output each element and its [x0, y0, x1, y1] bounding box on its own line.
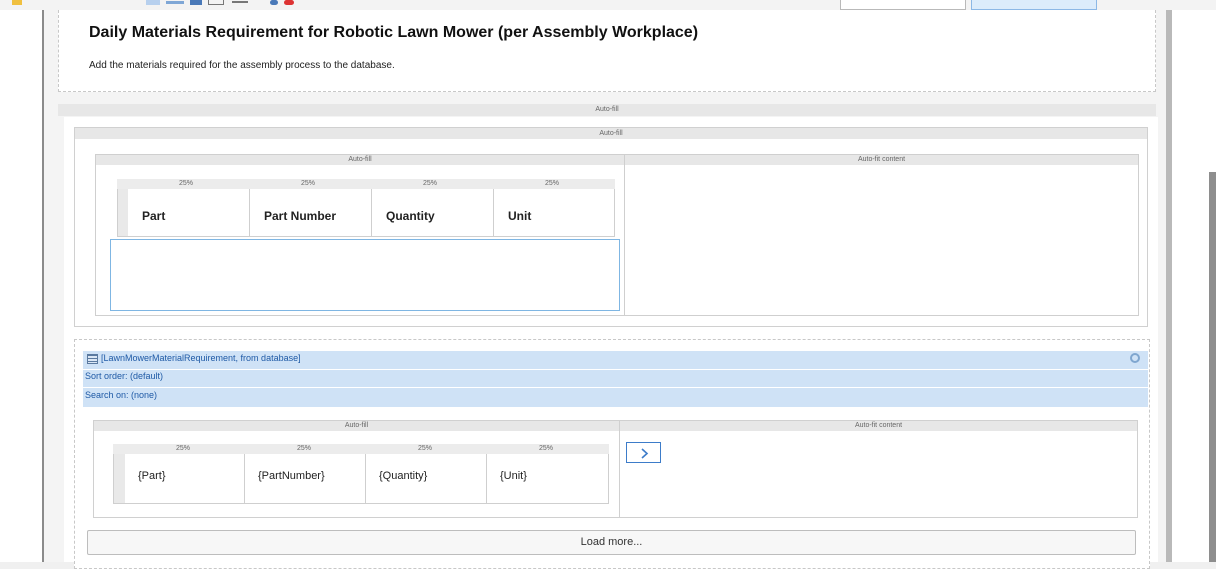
- pct-label: 25%: [300, 180, 315, 187]
- divider: [83, 369, 1148, 370]
- settings-icon[interactable]: [1130, 353, 1140, 363]
- folder-icon[interactable]: [12, 0, 22, 5]
- top-toolbar: [0, 0, 1216, 10]
- repeater-section: [LawnMowerMaterialRequirement, from data…: [74, 339, 1150, 569]
- divider: [83, 387, 1148, 388]
- left-frame: [0, 10, 42, 562]
- scrollbar-thumb[interactable]: [1209, 172, 1216, 562]
- repeater-header: [LawnMowerMaterialRequirement, from data…: [83, 351, 1148, 407]
- pct-label: 25%: [544, 180, 559, 187]
- data-cell-part-number: {PartNumber}: [245, 454, 366, 503]
- autofill-strip-inner: Auto-fill: [75, 128, 1147, 139]
- column-divider: [619, 421, 620, 517]
- toolbar-input[interactable]: [840, 0, 966, 10]
- scrollbar[interactable]: [1172, 10, 1216, 562]
- autofill-strip-outer: Auto-fill: [58, 104, 1156, 116]
- toolbar-highlight-input[interactable]: [971, 0, 1097, 10]
- chevron-right-icon: [641, 448, 649, 459]
- pct-label: 25%: [422, 180, 437, 187]
- main-container: Auto-fill Auto-fill 25% 25% 25% 25% Part…: [64, 117, 1158, 569]
- title-section: Daily Materials Requirement for Robotic …: [58, 10, 1156, 92]
- header-drop-area[interactable]: [110, 239, 620, 311]
- header-cell-part-number: Part Number: [250, 189, 372, 236]
- row-gutter: [118, 189, 128, 236]
- pct-label: 25%: [538, 445, 553, 452]
- header-cell-unit: Unit: [508, 209, 532, 223]
- page-title: Daily Materials Requirement for Robotic …: [89, 24, 699, 41]
- page-subtitle: Add the materials required for the assem…: [89, 60, 395, 71]
- pct-label: 25%: [296, 445, 311, 452]
- search-on-link[interactable]: Search on: (none): [85, 390, 157, 400]
- autofit-strip: Auto-fit content: [625, 155, 1138, 165]
- database-icon: [87, 354, 98, 364]
- header-row: Part Part Number Quantity Unit: [117, 189, 615, 237]
- pct-label: 25%: [178, 180, 193, 187]
- pct-label: 25%: [175, 445, 190, 452]
- data-cell-unit: {Unit}: [500, 470, 527, 482]
- autofit-strip-repeater: Auto-fit content: [620, 421, 1137, 431]
- autofill-strip-repeater: Auto-fill: [94, 421, 619, 431]
- toolbar-icons[interactable]: [120, 0, 340, 6]
- header-left-cell: Auto-fill 25% 25% 25% 25% Part Part Numb…: [95, 154, 625, 316]
- data-row: {Part} {PartNumber} {Quantity} {Unit}: [113, 454, 609, 504]
- data-cell-quantity: {Quantity}: [366, 454, 487, 503]
- sort-order-link[interactable]: Sort order: (default): [85, 371, 163, 381]
- autofill-strip-left: Auto-fill: [96, 155, 624, 165]
- pct-label: 25%: [417, 445, 432, 452]
- header-cell-quantity: Quantity: [372, 189, 494, 236]
- header-grid-container: Auto-fill Auto-fill 25% 25% 25% 25% Part…: [74, 127, 1148, 327]
- header-right-cell: Auto-fit content: [625, 154, 1139, 316]
- pct-row: 25% 25% 25% 25%: [117, 179, 615, 189]
- row-gutter: [114, 454, 125, 503]
- repeater-source[interactable]: [LawnMowerMaterialRequirement, from data…: [101, 353, 301, 363]
- repeater-item: Auto-fill Auto-fit content 25% 25% 25% 2…: [93, 420, 1138, 518]
- next-button[interactable]: [626, 442, 661, 463]
- header-cell-part: Part: [128, 189, 250, 236]
- pct-row: 25% 25% 25% 25%: [113, 444, 609, 454]
- load-more-button[interactable]: Load more...: [87, 530, 1136, 555]
- data-cell-part: {Part}: [125, 454, 245, 503]
